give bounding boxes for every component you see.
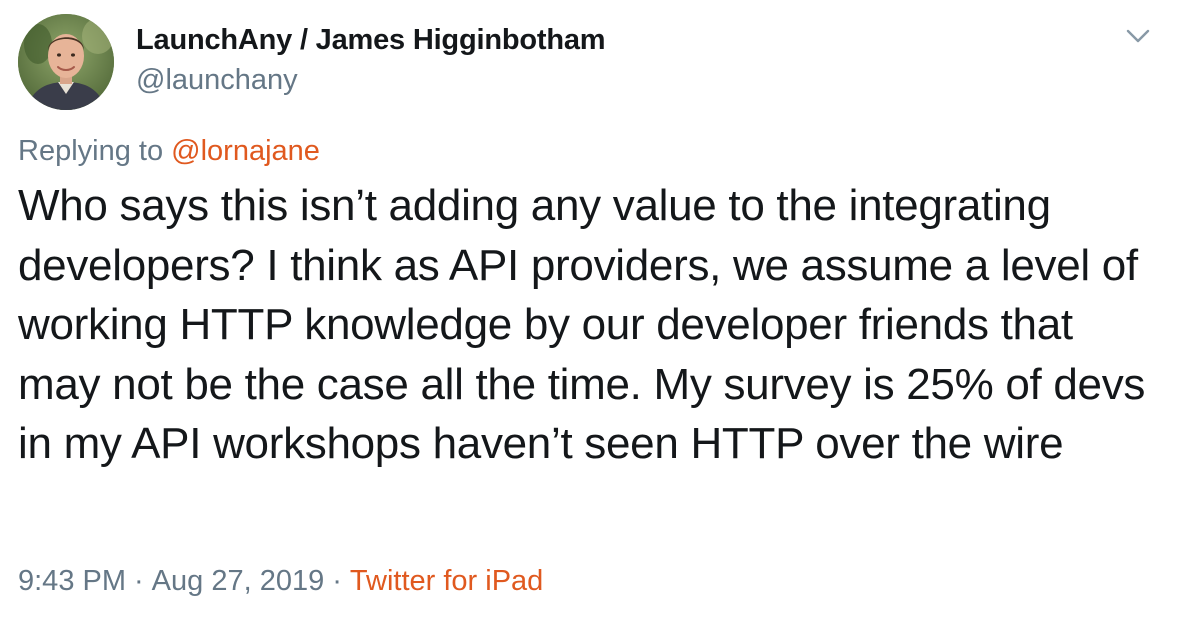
author-display-name[interactable]: LaunchAny / James Higginbotham <box>136 24 606 57</box>
tweet-time[interactable]: 9:43 PM <box>18 565 126 597</box>
chevron-down-icon[interactable] <box>1124 24 1152 48</box>
meta-separator: · <box>134 565 144 597</box>
replying-to: Replying to @lornajane <box>18 135 320 168</box>
replying-to-label: Replying to <box>18 135 172 167</box>
tweet-card: LaunchAny / James Higginbotham @launchan… <box>0 0 1178 622</box>
meta-separator: · <box>332 565 342 597</box>
tweet-meta: 9:43 PM · Aug 27, 2019 · Twitter for iPad <box>18 565 543 598</box>
author-handle[interactable]: @launchany <box>136 64 298 97</box>
tweet-date[interactable]: Aug 27, 2019 <box>152 565 325 597</box>
tweet-source-link[interactable]: Twitter for iPad <box>350 565 543 597</box>
reply-mention-link[interactable]: @lornajane <box>171 135 320 167</box>
avatar[interactable] <box>18 14 114 110</box>
avatar-image <box>18 14 114 110</box>
tweet-text: Who says this isn’t adding any value to … <box>18 181 1146 468</box>
